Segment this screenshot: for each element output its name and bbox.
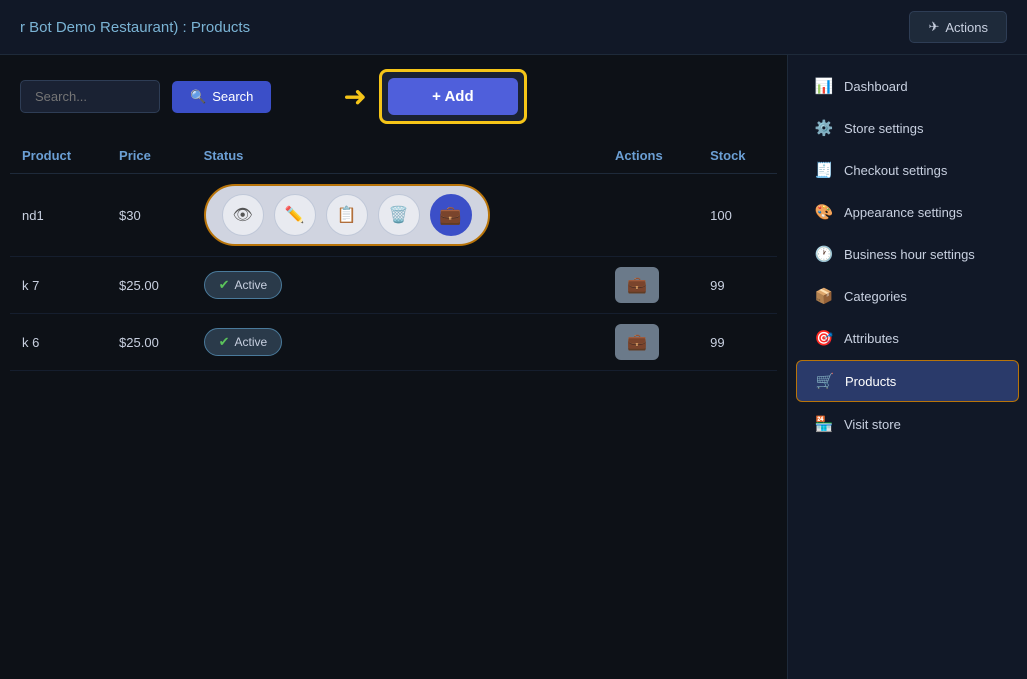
copy-button[interactable]: 📋 — [326, 194, 368, 236]
actions-button[interactable]: ✈ Actions — [909, 11, 1007, 43]
sidebar-item-checkout-settings[interactable]: 🧾 Checkout settings — [796, 150, 1019, 190]
sidebar-item-label: Attributes — [844, 331, 1001, 346]
check-icon: ✔ — [219, 334, 230, 350]
cell-status: ✔ Active — [192, 314, 603, 371]
products-table: Product Price Status Actions Stock nd1 $… — [10, 138, 777, 371]
sidebar-item-label: Visit store — [844, 417, 1001, 432]
row-actions-button[interactable]: 💼 — [615, 324, 659, 360]
sidebar-item-products[interactable]: 🛒 Products — [796, 360, 1019, 402]
table-row: k 7 $25.00 ✔ Active 💼 99 — [10, 257, 777, 314]
sidebar: 📊 Dashboard ⚙️ Store settings 🧾 Checkout… — [787, 55, 1027, 679]
table-row: k 6 $25.00 ✔ Active 💼 99 — [10, 314, 777, 371]
sidebar-item-label: Products — [845, 374, 1000, 389]
checkout-settings-icon: 🧾 — [814, 161, 834, 179]
delete-button[interactable]: 🗑️ — [378, 194, 420, 236]
cell-actions — [603, 174, 698, 257]
cell-product: k 7 — [10, 257, 107, 314]
col-price: Price — [107, 138, 192, 174]
sidebar-item-label: Dashboard — [844, 79, 1001, 94]
cell-product: nd1 — [10, 174, 107, 257]
status-badge: ✔ Active — [204, 271, 283, 299]
page-title: r Bot Demo Restaurant) : Products — [20, 19, 250, 36]
search-input[interactable] — [20, 80, 160, 113]
cell-stock: 100 — [698, 174, 777, 257]
dashboard-icon: 📊 — [814, 77, 834, 95]
edit-button[interactable]: ✏️ — [274, 194, 316, 236]
content-area: 🔍 Search ➜ + Add Product Price Status Ac… — [0, 55, 787, 679]
view-button[interactable]: 👁 — [222, 194, 264, 236]
business-hours-icon: 🕐 — [814, 245, 834, 263]
visit-store-icon: 🏪 — [814, 415, 834, 433]
briefcase-expand-button[interactable]: 💼 — [430, 194, 472, 236]
store-settings-icon: ⚙️ — [814, 119, 834, 137]
sidebar-item-label: Appearance settings — [844, 205, 1001, 220]
search-button[interactable]: 🔍 Search — [172, 81, 271, 113]
cell-price: $30 — [107, 174, 192, 257]
sidebar-item-dashboard[interactable]: 📊 Dashboard — [796, 66, 1019, 106]
cell-price: $25.00 — [107, 257, 192, 314]
header: r Bot Demo Restaurant) : Products ✈ Acti… — [0, 0, 1027, 55]
sidebar-item-label: Business hour settings — [844, 247, 1001, 262]
actions-icon: ✈ — [928, 19, 939, 35]
sidebar-item-visit-store[interactable]: 🏪 Visit store — [796, 404, 1019, 444]
col-status: Status — [192, 138, 603, 174]
products-icon: 🛒 — [815, 372, 835, 390]
toolbar: 🔍 Search ➜ + Add — [0, 55, 787, 138]
search-icon: 🔍 — [190, 89, 206, 105]
cell-stock: 99 — [698, 314, 777, 371]
sidebar-item-categories[interactable]: 📦 Categories — [796, 276, 1019, 316]
cell-actions: 💼 — [603, 314, 698, 371]
sidebar-item-attributes[interactable]: 🎯 Attributes — [796, 318, 1019, 358]
row-action-buttons: 👁 ✏️ 📋 🗑️ 💼 — [204, 184, 490, 246]
sidebar-item-label: Store settings — [844, 121, 1001, 136]
row-actions-button[interactable]: 💼 — [615, 267, 659, 303]
col-stock: Stock — [698, 138, 777, 174]
attributes-icon: 🎯 — [814, 329, 834, 347]
sidebar-item-store-settings[interactable]: ⚙️ Store settings — [796, 108, 1019, 148]
cell-status: ✔ Active — [192, 257, 603, 314]
sidebar-item-appearance-settings[interactable]: 🎨 Appearance settings — [796, 192, 1019, 232]
main-layout: 🔍 Search ➜ + Add Product Price Status Ac… — [0, 55, 1027, 679]
check-icon: ✔ — [219, 277, 230, 293]
appearance-settings-icon: 🎨 — [814, 203, 834, 221]
cell-price: $25.00 — [107, 314, 192, 371]
table-row: nd1 $30 👁 ✏️ 📋 🗑️ 💼 100 — [10, 174, 777, 257]
col-actions: Actions — [603, 138, 698, 174]
cell-product: k 6 — [10, 314, 107, 371]
add-button[interactable]: + Add — [388, 78, 518, 115]
sidebar-item-label: Categories — [844, 289, 1001, 304]
sidebar-item-label: Checkout settings — [844, 163, 1001, 178]
products-table-container: Product Price Status Actions Stock nd1 $… — [0, 138, 787, 679]
cell-actions: 💼 — [603, 257, 698, 314]
cell-status: 👁 ✏️ 📋 🗑️ 💼 — [192, 174, 603, 257]
cell-stock: 99 — [698, 257, 777, 314]
arrow-indicator: ➜ — [343, 83, 366, 111]
add-button-wrapper: + Add — [379, 69, 527, 124]
status-badge: ✔ Active — [204, 328, 283, 356]
categories-icon: 📦 — [814, 287, 834, 305]
sidebar-item-business-hours[interactable]: 🕐 Business hour settings — [796, 234, 1019, 274]
col-product: Product — [10, 138, 107, 174]
